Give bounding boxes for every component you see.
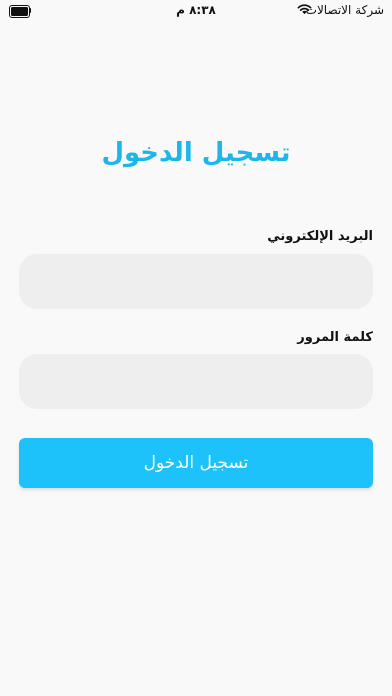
status-bar: ٨:٣٨ م شركة الاتصالات	[0, 0, 392, 22]
password-label: كلمة المرور	[297, 330, 373, 345]
password-field[interactable]	[19, 354, 373, 409]
email-field[interactable]	[19, 254, 373, 309]
page-title: تسجيل الدخول	[101, 138, 291, 168]
carrier-name: شركة الاتصالات	[305, 3, 384, 17]
email-label: البريد الإلكتروني	[267, 229, 373, 244]
login-button[interactable]: تسجيل الدخول	[19, 438, 373, 488]
